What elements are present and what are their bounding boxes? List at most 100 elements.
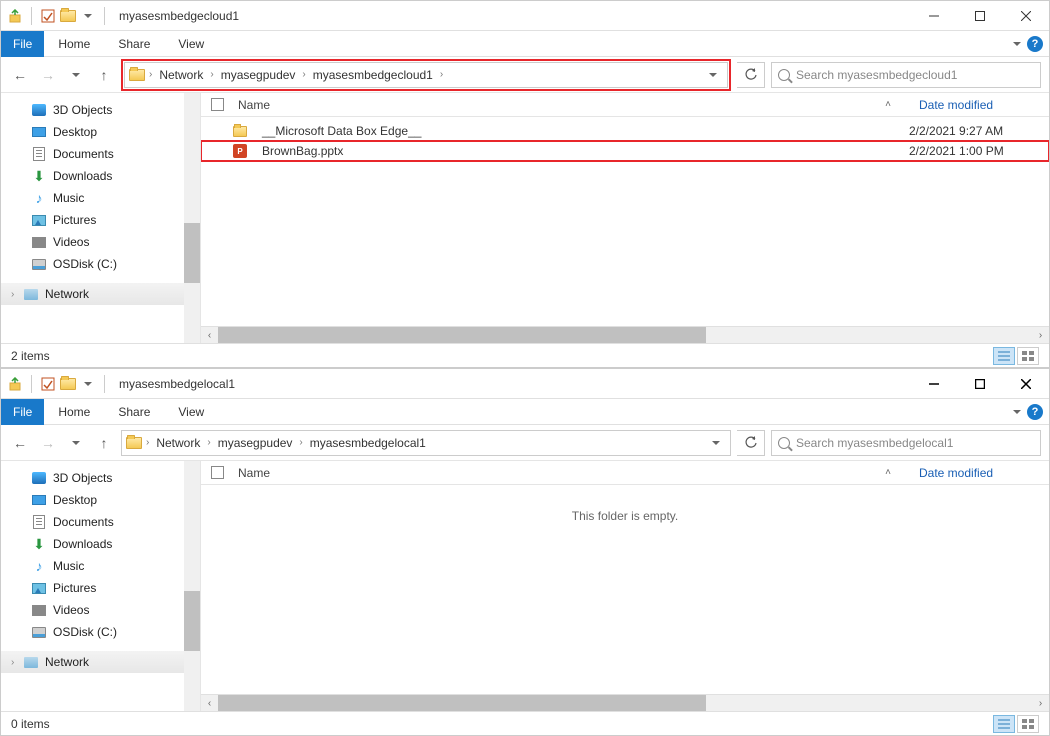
tab-share[interactable]: Share <box>104 31 164 57</box>
ribbon-collapse-icon[interactable] <box>1013 42 1021 46</box>
tab-home[interactable]: Home <box>44 31 104 57</box>
sidebar-item-label: OSDisk (C:) <box>53 625 117 639</box>
select-all-checkbox[interactable] <box>211 98 224 111</box>
minimize-button[interactable] <box>911 1 957 31</box>
refresh-button[interactable] <box>737 430 765 456</box>
close-button[interactable] <box>1003 369 1049 399</box>
back-button[interactable]: ← <box>9 432 31 454</box>
chevron-right-icon[interactable]: › <box>299 437 302 448</box>
address-bar[interactable]: › Network › myasegpudev › myasesmbedgecl… <box>124 62 728 88</box>
refresh-button[interactable] <box>737 62 765 88</box>
sidebar-scrollbar[interactable] <box>184 93 200 343</box>
sidebar-item-desktop[interactable]: Desktop <box>1 489 200 511</box>
tab-share[interactable]: Share <box>104 399 164 425</box>
properties-icon[interactable] <box>40 8 56 24</box>
file-list: This folder is empty. <box>201 485 1049 694</box>
chevron-right-icon[interactable]: › <box>302 69 305 80</box>
breadcrumb-network[interactable]: Network <box>156 68 206 82</box>
column-header: Name˄ Date modified <box>201 461 1049 485</box>
window-title: myasesmbedgecloud1 <box>119 9 239 23</box>
chevron-right-icon[interactable]: › <box>146 437 149 448</box>
sidebar-item-3d-objects[interactable]: 3D Objects <box>1 467 200 489</box>
sidebar-item-label: Music <box>53 559 84 573</box>
sidebar-item-osdisk[interactable]: OSDisk (C:) <box>1 621 200 643</box>
folder-icon[interactable] <box>60 8 76 24</box>
address-dropdown-icon[interactable] <box>703 73 723 77</box>
sidebar-item-videos[interactable]: Videos <box>1 231 200 253</box>
sidebar-item-pictures[interactable]: Pictures <box>1 209 200 231</box>
sidebar-item-documents[interactable]: Documents <box>1 143 200 165</box>
search-input[interactable] <box>796 436 1034 450</box>
qat-dropdown-icon[interactable] <box>80 376 96 392</box>
column-date[interactable]: Date modified <box>919 466 1049 480</box>
ribbon-collapse-icon[interactable] <box>1013 410 1021 414</box>
select-all-checkbox[interactable] <box>211 466 224 479</box>
minimize-button[interactable] <box>911 369 957 399</box>
chevron-right-icon[interactable]: › <box>149 69 152 80</box>
breadcrumb-share[interactable]: myasesmbedgecloud1 <box>310 68 436 82</box>
back-button[interactable]: ← <box>9 64 31 86</box>
folder-icon[interactable] <box>60 376 76 392</box>
breadcrumb-share[interactable]: myasesmbedgelocal1 <box>307 436 429 450</box>
tab-home[interactable]: Home <box>44 399 104 425</box>
tab-view[interactable]: View <box>164 399 218 425</box>
qat-dropdown-icon[interactable] <box>80 8 96 24</box>
sort-asc-icon: ˄ <box>885 99 891 110</box>
breadcrumb-host[interactable]: myasegpudev <box>215 436 296 450</box>
sidebar-item-osdisk[interactable]: OSDisk (C:) <box>1 253 200 275</box>
view-icons-button[interactable] <box>1017 347 1039 365</box>
column-name[interactable]: Name˄ <box>232 98 911 112</box>
horizontal-scrollbar[interactable]: ‹› <box>201 694 1049 711</box>
sidebar-scrollbar[interactable] <box>184 461 200 711</box>
sidebar-item-music[interactable]: ♪Music <box>1 187 200 209</box>
file-row-folder[interactable]: __Microsoft Data Box Edge__ 2/2/2021 9:2… <box>201 121 1049 141</box>
view-details-button[interactable] <box>993 715 1015 733</box>
maximize-button[interactable] <box>957 369 1003 399</box>
properties-icon[interactable] <box>40 376 56 392</box>
search-box[interactable] <box>771 430 1041 456</box>
sidebar-item-desktop[interactable]: Desktop <box>1 121 200 143</box>
breadcrumb-network[interactable]: Network <box>153 436 203 450</box>
history-dropdown-icon[interactable] <box>65 432 87 454</box>
sidebar-item-documents[interactable]: Documents <box>1 511 200 533</box>
help-icon[interactable]: ? <box>1027 404 1043 420</box>
chevron-right-icon[interactable]: › <box>440 69 443 80</box>
sidebar-item-label: Network <box>45 655 89 669</box>
tab-file[interactable]: File <box>1 399 44 425</box>
chevron-right-icon[interactable]: › <box>207 437 210 448</box>
sidebar-item-downloads[interactable]: ⬇Downloads <box>1 533 200 555</box>
sidebar-item-network[interactable]: ›Network <box>1 283 200 305</box>
chevron-right-icon[interactable]: › <box>11 289 14 300</box>
view-details-button[interactable] <box>993 347 1015 365</box>
chevron-right-icon[interactable]: › <box>11 657 14 668</box>
column-date[interactable]: Date modified <box>919 98 1049 112</box>
sidebar-item-network[interactable]: › Network <box>1 651 200 673</box>
horizontal-scrollbar[interactable]: ‹› <box>201 326 1049 343</box>
history-dropdown-icon[interactable] <box>65 64 87 86</box>
forward-button[interactable]: → <box>37 432 59 454</box>
address-bar[interactable]: › Network › myasegpudev › myasesmbedgelo… <box>121 430 731 456</box>
tab-view[interactable]: View <box>164 31 218 57</box>
column-name[interactable]: Name˄ <box>232 466 911 480</box>
sidebar-item-downloads[interactable]: ⬇Downloads <box>1 165 200 187</box>
breadcrumb-host[interactable]: myasegpudev <box>218 68 299 82</box>
up-button[interactable]: ↑ <box>93 64 115 86</box>
close-button[interactable] <box>1003 1 1049 31</box>
sidebar-item-pictures[interactable]: Pictures <box>1 577 200 599</box>
search-box[interactable] <box>771 62 1041 88</box>
chevron-right-icon[interactable]: › <box>210 69 213 80</box>
view-icons-button[interactable] <box>1017 715 1039 733</box>
sidebar-item-music[interactable]: ♪Music <box>1 555 200 577</box>
status-bar: 2 items <box>1 343 1049 367</box>
forward-button[interactable]: → <box>37 64 59 86</box>
search-input[interactable] <box>796 68 1034 82</box>
address-dropdown-icon[interactable] <box>706 441 726 445</box>
up-button[interactable]: ↑ <box>93 432 115 454</box>
sidebar: 3D Objects Desktop Documents ⬇Downloads … <box>1 461 201 711</box>
help-icon[interactable]: ? <box>1027 36 1043 52</box>
maximize-button[interactable] <box>957 1 1003 31</box>
sidebar-item-3d-objects[interactable]: 3D Objects <box>1 99 200 121</box>
tab-file[interactable]: File <box>1 31 44 57</box>
file-row-pptx[interactable]: P BrownBag.pptx 2/2/2021 1:00 PM <box>201 141 1049 161</box>
sidebar-item-videos[interactable]: Videos <box>1 599 200 621</box>
